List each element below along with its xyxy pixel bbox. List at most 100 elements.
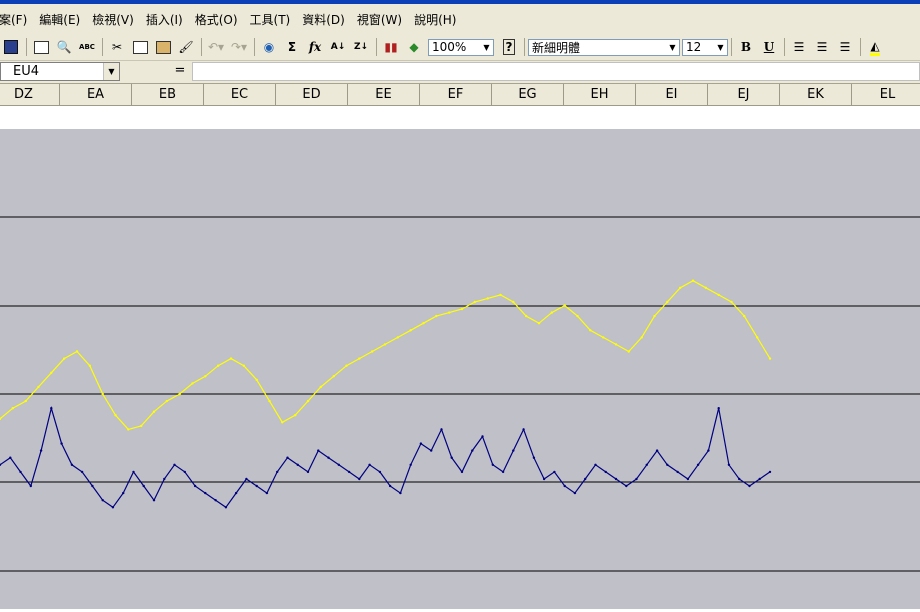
font-name-select[interactable]: 新細明體 ▼ (528, 38, 680, 56)
series-1-point-50 (640, 336, 643, 339)
series-1-point-29 (371, 350, 374, 353)
print-button[interactable] (30, 36, 52, 58)
column-header-ea[interactable]: EA (60, 84, 132, 105)
series-1-point-37 (473, 300, 476, 304)
series-1-point-20 (255, 378, 258, 381)
menu-file[interactable]: 案(F) (0, 9, 28, 30)
toolbar-separator (102, 38, 103, 56)
paste-button[interactable] (152, 36, 174, 58)
align-right-button[interactable]: ☰ (834, 36, 856, 58)
toolbar-separator (784, 38, 785, 56)
menu-help[interactable]: 說明(H) (413, 9, 457, 30)
series-1-point-47 (602, 336, 605, 339)
series-2-point-65 (666, 463, 669, 466)
series-2-point-5 (50, 407, 53, 410)
column-header-dz[interactable]: DZ (0, 84, 60, 105)
series-1-point-19 (242, 364, 245, 367)
underline-button[interactable]: U (758, 36, 780, 58)
series-1-point-16 (204, 375, 207, 378)
save-button[interactable] (0, 36, 22, 58)
series-1-point-35 (448, 311, 451, 314)
drawing-button[interactable]: ◆ (403, 36, 425, 58)
series-2-point-34 (347, 470, 351, 474)
name-box-value: EU4 (13, 64, 39, 79)
cell-row[interactable] (0, 106, 920, 129)
line-chart[interactable] (0, 129, 920, 609)
column-header-eg[interactable]: EG (492, 84, 564, 105)
sort-descending-button[interactable]: Z↓ (350, 36, 372, 58)
autosum-button[interactable]: Σ (281, 36, 303, 58)
hyperlink-button[interactable]: ◉ (258, 36, 280, 58)
column-header-ei[interactable]: EI (636, 84, 708, 105)
column-header-ej[interactable]: EJ (708, 84, 780, 105)
chevron-down-icon[interactable]: ▼ (103, 63, 119, 80)
series-1-point-49 (627, 350, 630, 353)
column-header-ek[interactable]: EK (780, 84, 852, 105)
copy-button[interactable] (129, 36, 151, 58)
series-1-point-26 (332, 375, 335, 378)
series-1-point-21 (268, 399, 271, 403)
insert-function-button[interactable]: fx (304, 36, 326, 58)
series-2-point-32 (327, 456, 330, 459)
series-2-point-63 (645, 463, 648, 466)
chart-wizard-button[interactable]: ▮▮ (380, 36, 402, 58)
align-left-button[interactable]: ☰ (788, 36, 810, 58)
series-1-point-54 (691, 279, 695, 282)
toolbar-separator (201, 38, 202, 56)
chevron-down-icon[interactable]: ▼ (714, 40, 727, 55)
font-size-select[interactable]: 12 ▼ (682, 38, 728, 56)
undo-button[interactable]: ↶▾ (205, 36, 227, 58)
bold-button[interactable]: B (735, 36, 757, 58)
series-2-point-69 (707, 449, 710, 452)
series-1-point-8 (101, 392, 104, 396)
redo-button[interactable]: ↷▾ (228, 36, 250, 58)
sort-ascending-icon: A↓ (330, 42, 346, 52)
series-1-point-41 (525, 314, 528, 318)
menu-edit[interactable]: 編輯(E) (38, 9, 81, 30)
plot-area[interactable] (0, 129, 920, 609)
zoom-select[interactable]: 100% ▼ (428, 38, 494, 56)
formula-input[interactable] (192, 62, 920, 81)
menu-insert[interactable]: 插入(I) (145, 9, 184, 30)
series-2-point-15 (152, 499, 156, 502)
name-box[interactable]: EU4 ▼ (0, 62, 120, 81)
font-name-value: 新細明體 (532, 40, 581, 55)
sort-ascending-button[interactable]: A↓ (327, 36, 349, 58)
series-2-point-68 (696, 463, 700, 466)
column-header-eh[interactable]: EH (564, 84, 636, 105)
paste-icon (155, 40, 171, 54)
series-2-point-36 (368, 463, 371, 466)
series-1-point-60 (768, 357, 772, 360)
column-headers: DZ EA EB EC ED EE EF EG EH EI EJ EK EL (0, 84, 920, 106)
column-header-ed[interactable]: ED (276, 84, 348, 105)
fill-color-button[interactable]: ◭ (864, 36, 886, 58)
menu-data[interactable]: 資料(D) (301, 9, 346, 30)
spelling-button[interactable]: ABC (76, 36, 98, 58)
column-header-el[interactable]: EL (852, 84, 920, 105)
toolbar-separator (860, 38, 861, 56)
align-center-button[interactable]: ☰ (811, 36, 833, 58)
column-header-ec[interactable]: EC (204, 84, 276, 105)
column-header-ee[interactable]: EE (348, 84, 420, 105)
format-painter-button[interactable]: 🖌 (175, 36, 197, 58)
cut-button[interactable]: ✂ (106, 36, 128, 58)
font-size-value: 12 (686, 40, 702, 54)
series-2-point-67 (686, 477, 690, 481)
series-1-point-25 (319, 385, 322, 389)
chevron-down-icon[interactable]: ▼ (666, 40, 679, 55)
series-1-point-17 (217, 364, 220, 367)
toolbar-separator (26, 38, 27, 56)
help-button[interactable]: ? (498, 36, 520, 58)
series-2-point-53 (542, 477, 546, 481)
menu-format[interactable]: 格式(O) (194, 9, 239, 30)
menu-view[interactable]: 檢視(V) (91, 9, 135, 30)
menu-window[interactable]: 視窗(W) (356, 9, 403, 30)
column-header-ef[interactable]: EF (420, 84, 492, 105)
menu-tools[interactable]: 工具(T) (249, 9, 292, 30)
chevron-down-icon[interactable]: ▼ (480, 40, 493, 55)
series-2-point-60 (614, 477, 618, 481)
column-header-eb[interactable]: EB (132, 84, 204, 105)
series-1-point-4 (50, 371, 53, 374)
series-2-point-1 (9, 456, 12, 459)
print-preview-button[interactable]: 🔍 (53, 36, 75, 58)
